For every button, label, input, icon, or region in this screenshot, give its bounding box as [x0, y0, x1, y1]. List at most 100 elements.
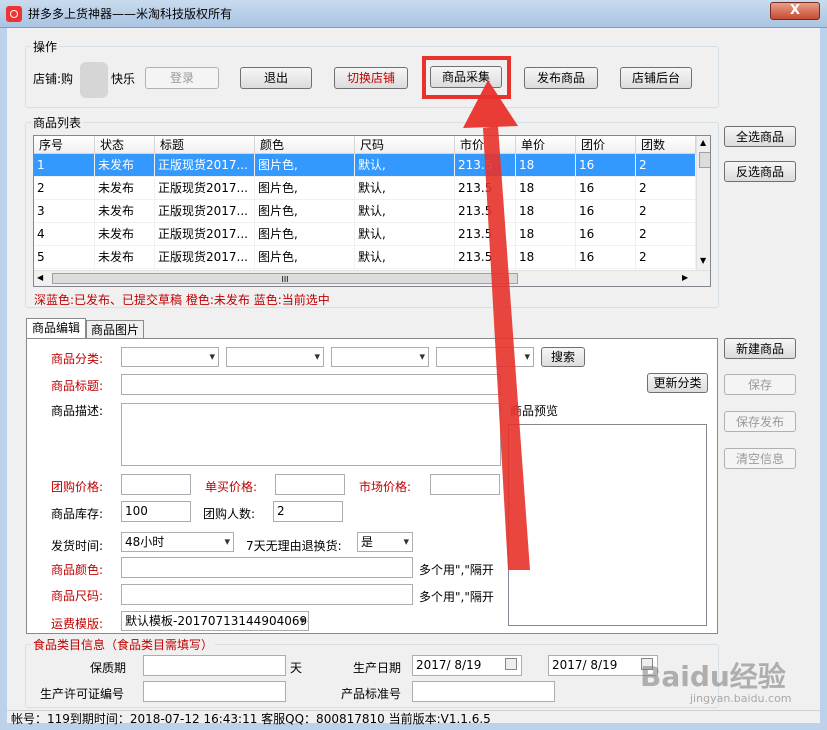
watermark-url: jingyan.baidu.com: [690, 692, 792, 705]
table-cell: 2: [636, 246, 696, 269]
redacted-shop-name: [80, 62, 108, 98]
calendar-icon[interactable]: [505, 658, 517, 670]
group-price-input[interactable]: [121, 474, 191, 495]
production-date-label: 生产日期: [353, 661, 402, 675]
production-license-input[interactable]: [143, 681, 286, 702]
single-price-input[interactable]: [275, 474, 345, 495]
table-body: 1 未发布 正版现货2017... 图片色, 默认, 213.5 18 16 2 2 未发布 正版现货…: [34, 154, 696, 270]
product-table: 序号 状态 标题 颜色 尺码 市价 单价 团价 团数 1 未发布 正版现货2017.…: [33, 135, 711, 287]
login-button[interactable]: 登录: [145, 67, 219, 89]
table-cell: 2: [636, 200, 696, 223]
color-input[interactable]: [121, 557, 413, 578]
category-label: 商品分类:: [51, 352, 104, 366]
market-price-label: 市场价格:: [359, 480, 412, 494]
column-header[interactable]: 状态: [95, 136, 155, 154]
table-cell: 图片色,: [255, 246, 355, 269]
table-cell: 正版现货2017...: [155, 246, 255, 269]
table-cell: 2: [636, 177, 696, 200]
production-date-picker-1[interactable]: 2017/ 8/19: [412, 655, 522, 676]
operations-label: 操作: [31, 38, 60, 55]
shelf-life-label: 保质期: [90, 661, 127, 675]
table-row[interactable]: 4 未发布 正版现货2017... 图片色, 默认, 213.5 18 16 2: [34, 223, 696, 246]
select-all-button[interactable]: 全选商品: [724, 126, 796, 147]
scroll-right-icon[interactable]: ▶: [682, 273, 688, 282]
production-license-label: 生产许可证编号: [40, 687, 125, 701]
table-cell: 未发布: [95, 177, 155, 200]
window-title: 拼多多上货神器——米淘科技版权所有: [28, 7, 233, 21]
switch-shop-button[interactable]: 切换店铺: [334, 67, 408, 89]
return-policy-select[interactable]: 是: [357, 532, 413, 552]
table-row[interactable]: 1 未发布 正版现货2017... 图片色, 默认, 213.5 18 16 2: [34, 154, 696, 177]
size-hint: 多个用","隔开: [419, 590, 494, 604]
shelf-life-input[interactable]: [143, 655, 286, 676]
table-cell: 1: [34, 154, 95, 177]
shop-backend-button[interactable]: 店铺后台: [620, 67, 692, 89]
column-header[interactable]: 团数: [636, 136, 696, 154]
product-standard-label: 产品标准号: [341, 687, 402, 701]
column-header[interactable]: 标题: [155, 136, 255, 154]
table-cell: 2: [636, 223, 696, 246]
group-size-label: 团购人数:: [203, 507, 256, 521]
save-button[interactable]: 保存: [724, 374, 796, 395]
table-cell: 未发布: [95, 154, 155, 177]
scroll-up-icon[interactable]: ▲: [700, 138, 706, 147]
date-value: 2017/ 8/19: [552, 658, 618, 672]
scroll-down-icon[interactable]: ▼: [700, 256, 706, 265]
ship-time-select[interactable]: 48小时: [121, 532, 234, 552]
category-select-2[interactable]: [226, 347, 324, 367]
group-price-label: 团购价格:: [51, 480, 104, 494]
category-select-1[interactable]: [121, 347, 219, 367]
table-cell: 正版现货2017...: [155, 154, 255, 177]
freight-template-label: 运费模版:: [51, 617, 104, 631]
stock-input[interactable]: 100: [121, 501, 191, 522]
horizontal-scrollbar[interactable]: ◀ III ▶: [34, 270, 710, 286]
close-button[interactable]: X: [770, 2, 820, 20]
logout-button[interactable]: 退出: [240, 67, 312, 89]
save-publish-button[interactable]: 保存发布: [724, 411, 796, 432]
food-info-label: 食品类目信息（食品类目需填写）: [31, 636, 216, 653]
table-cell: 未发布: [95, 246, 155, 269]
table-cell: 正版现货2017...: [155, 223, 255, 246]
column-header[interactable]: 序号: [34, 136, 95, 154]
tab-product-images[interactable]: 商品图片: [86, 320, 144, 339]
app-logo-icon: [6, 6, 22, 22]
clear-info-button[interactable]: 清空信息: [724, 448, 796, 469]
table-header: 序号 状态 标题 颜色 尺码 市价 单价 团价 团数: [34, 136, 696, 154]
update-category-button[interactable]: 更新分类: [647, 373, 708, 393]
table-cell: 正版现货2017...: [155, 177, 255, 200]
shelf-life-unit: 天: [290, 661, 303, 675]
table-row[interactable]: 3 未发布 正版现货2017... 图片色, 默认, 213.5 18 16 2: [34, 200, 696, 223]
scroll-left-icon[interactable]: ◀: [37, 273, 43, 282]
table-cell: 4: [34, 223, 95, 246]
table-row[interactable]: 2 未发布 正版现货2017... 图片色, 默认, 213.5 18 16 2: [34, 177, 696, 200]
table-cell: 16: [576, 200, 636, 223]
title-label: 商品标题:: [51, 379, 104, 393]
table-cell: 5: [34, 246, 95, 269]
color-label: 商品颜色:: [51, 563, 104, 577]
table-cell: 图片色,: [255, 154, 355, 177]
product-standard-input[interactable]: [412, 681, 555, 702]
table-cell: 正版现货2017...: [155, 200, 255, 223]
status-legend: 深蓝色:已发布、已提交草稿 橙色:未发布 蓝色:当前选中: [34, 293, 330, 307]
invert-select-button[interactable]: 反选商品: [724, 161, 796, 182]
column-header[interactable]: 团价: [576, 136, 636, 154]
product-list-label: 商品列表: [31, 114, 84, 131]
stock-label: 商品库存:: [51, 507, 104, 521]
category-select-3[interactable]: [331, 347, 429, 367]
shop-label-prefix: 店铺:购: [33, 72, 74, 86]
shop-label-suffix: 快乐: [111, 72, 136, 86]
column-header[interactable]: 颜色: [255, 136, 355, 154]
table-row[interactable]: 5 未发布 正版现货2017... 图片色, 默认, 213.5 18 16 2: [34, 246, 696, 269]
vertical-scroll-thumb[interactable]: [699, 152, 710, 168]
description-label: 商品描述:: [51, 404, 104, 418]
new-product-button[interactable]: 新建商品: [724, 338, 796, 359]
status-bar: 帐号：119到期时间：2018-07-12 16:43:11 客服QQ：8008…: [7, 710, 820, 726]
date-value: 2017/ 8/19: [416, 658, 482, 672]
group-size-input[interactable]: 2: [273, 501, 343, 522]
return-policy-label: 7天无理由退换货:: [246, 539, 342, 553]
vertical-scrollbar[interactable]: ▲ ▼: [696, 136, 710, 270]
freight-template-select[interactable]: 默认模板-20170713144904069-': [121, 611, 309, 631]
size-input[interactable]: [121, 584, 413, 605]
table-cell: 2: [636, 154, 696, 177]
tab-product-edit[interactable]: 商品编辑: [26, 318, 86, 339]
